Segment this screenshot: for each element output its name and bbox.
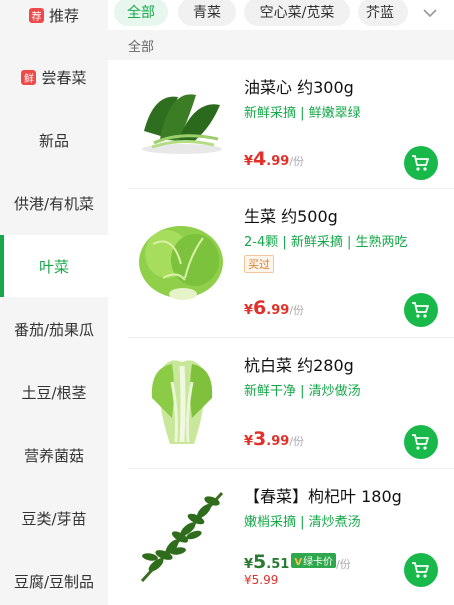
sidebar-item-recommend[interactable]: 荐 推荐 bbox=[0, 0, 108, 46]
product-desc: 新鲜采摘 | 鲜嫩翠绿 bbox=[244, 106, 361, 121]
fresh-badge: 鲜 bbox=[21, 69, 37, 85]
sidebar-item-label: 尝春菜 bbox=[41, 68, 87, 87]
section-title: 全部 bbox=[108, 30, 454, 60]
cart-icon bbox=[412, 434, 429, 450]
price-unit: /份 bbox=[289, 435, 305, 448]
sidebar-item-tofu[interactable]: 豆腐/豆制品 bbox=[0, 550, 108, 605]
price-decimal: .99 bbox=[266, 154, 290, 169]
currency-symbol: ¥ bbox=[244, 557, 254, 572]
add-to-cart-button[interactable] bbox=[404, 425, 438, 459]
member-price-badge: V绿卡价 bbox=[291, 553, 337, 568]
sidebar-item-potato[interactable]: 土豆/根茎 bbox=[0, 361, 108, 423]
tab-greens[interactable]: 青菜 bbox=[178, 0, 236, 26]
product-card[interactable]: 杭白菜 约280g 新鲜干净 | 清炒做汤 ¥3.99/份 bbox=[108, 338, 454, 469]
sidebar-item-spring-vegetables[interactable]: 鲜 尝春菜 bbox=[0, 46, 108, 108]
currency-symbol: ¥ bbox=[244, 434, 254, 449]
price-decimal: .99 bbox=[266, 303, 290, 318]
price-decimal: .99 bbox=[266, 434, 290, 449]
add-to-cart-button[interactable] bbox=[404, 293, 438, 327]
sidebar-item-label: 推荐 bbox=[48, 6, 79, 25]
price-integer: 3 bbox=[253, 428, 267, 450]
price-decimal: .51 bbox=[266, 557, 290, 572]
purchased-badge: 买过 bbox=[244, 255, 274, 273]
product-image[interactable] bbox=[128, 485, 236, 585]
tab-water-spinach[interactable]: 空心菜/苋菜 bbox=[244, 0, 350, 26]
product-desc: 嫩梢采摘 | 清炒煮汤 bbox=[244, 515, 361, 530]
product-list: 油菜心 约300g 新鲜采摘 | 鲜嫩翠绿 ¥4.99/份 生菜 约500g 2… bbox=[108, 60, 454, 605]
sidebar-item-beans[interactable]: 豆类/芽苗 bbox=[0, 487, 108, 549]
member-price-label: 绿卡价 bbox=[303, 557, 334, 568]
price-unit: /份 bbox=[289, 155, 305, 168]
chevron-down-icon[interactable] bbox=[420, 3, 440, 23]
cart-icon bbox=[412, 155, 429, 171]
tab-kale[interactable]: 芥蓝 bbox=[358, 0, 408, 26]
product-card[interactable]: 【春菜】枸杞叶 180g 嫩梢采摘 | 清炒煮汤 ¥5.51 V绿卡价/份 ¥5.… bbox=[108, 469, 454, 605]
recommend-badge: 荐 bbox=[28, 7, 44, 23]
product-price: ¥3.99/份 bbox=[244, 428, 304, 450]
original-price: ¥5.99 bbox=[244, 573, 279, 587]
price-unit: /份 bbox=[289, 304, 305, 317]
add-to-cart-button[interactable] bbox=[404, 146, 438, 180]
sidebar-item-leafy[interactable]: 叶菜 bbox=[0, 235, 108, 297]
product-price: ¥6.99/份 bbox=[244, 297, 304, 319]
vip-icon: V bbox=[294, 557, 303, 568]
price-integer: 4 bbox=[253, 148, 267, 170]
price-integer: 6 bbox=[253, 297, 267, 319]
tab-all[interactable]: 全部 bbox=[114, 0, 168, 26]
currency-symbol: ¥ bbox=[244, 154, 254, 169]
price-unit: /份 bbox=[336, 558, 351, 571]
cart-icon bbox=[412, 302, 429, 318]
product-name: 油菜心 约300g bbox=[244, 78, 354, 97]
cart-icon bbox=[412, 562, 429, 578]
product-image[interactable] bbox=[128, 350, 236, 450]
product-card[interactable]: 生菜 约500g 2-4颗 | 新鲜采摘 | 生熟两吃 买过 ¥6.99/份 bbox=[108, 189, 454, 338]
price-integer: 5 bbox=[253, 551, 267, 573]
product-desc: 新鲜干净 | 清炒做汤 bbox=[244, 384, 361, 399]
product-price: ¥5.51 V绿卡价/份 bbox=[244, 551, 351, 573]
sidebar-item-label: 豆腐/豆制品 bbox=[13, 572, 95, 591]
product-name: 【春菜】枸杞叶 180g bbox=[244, 487, 402, 506]
sidebar-item-new[interactable]: 新品 bbox=[0, 109, 108, 171]
product-name: 生菜 约500g bbox=[244, 207, 338, 226]
product-desc: 2-4颗 | 新鲜采摘 | 生熟两吃 bbox=[244, 235, 408, 250]
sidebar-item-label: 供港/有机菜 bbox=[13, 194, 95, 213]
subcategory-tabs: 全部 青菜 空心菜/苋菜 芥蓝 bbox=[108, 0, 454, 30]
sidebar-item-label: 豆类/芽苗 bbox=[21, 509, 87, 528]
sidebar-item-tomato[interactable]: 番茄/茄果瓜 bbox=[0, 298, 108, 360]
product-name: 杭白菜 约280g bbox=[244, 356, 354, 375]
category-sidebar: 荐 推荐 鲜 尝春菜 新品 供港/有机菜 叶菜 番茄/茄果瓜 土豆/根茎 营养菌… bbox=[0, 0, 108, 605]
sidebar-item-label: 营养菌菇 bbox=[23, 446, 84, 465]
sidebar-item-label: 新品 bbox=[38, 131, 69, 150]
product-price: ¥4.99/份 bbox=[244, 148, 304, 170]
product-card[interactable]: 油菜心 约300g 新鲜采摘 | 鲜嫩翠绿 ¥4.99/份 bbox=[108, 60, 454, 189]
currency-symbol: ¥ bbox=[244, 303, 254, 318]
add-to-cart-button[interactable] bbox=[404, 553, 438, 587]
sidebar-item-mushroom[interactable]: 营养菌菇 bbox=[0, 424, 108, 486]
sidebar-item-organic[interactable]: 供港/有机菜 bbox=[0, 172, 108, 234]
sidebar-item-label: 土豆/根茎 bbox=[21, 383, 87, 402]
sidebar-item-label: 番茄/茄果瓜 bbox=[13, 320, 95, 339]
product-image[interactable] bbox=[128, 209, 236, 309]
sidebar-item-label: 叶菜 bbox=[38, 257, 69, 276]
product-image[interactable] bbox=[128, 70, 236, 170]
